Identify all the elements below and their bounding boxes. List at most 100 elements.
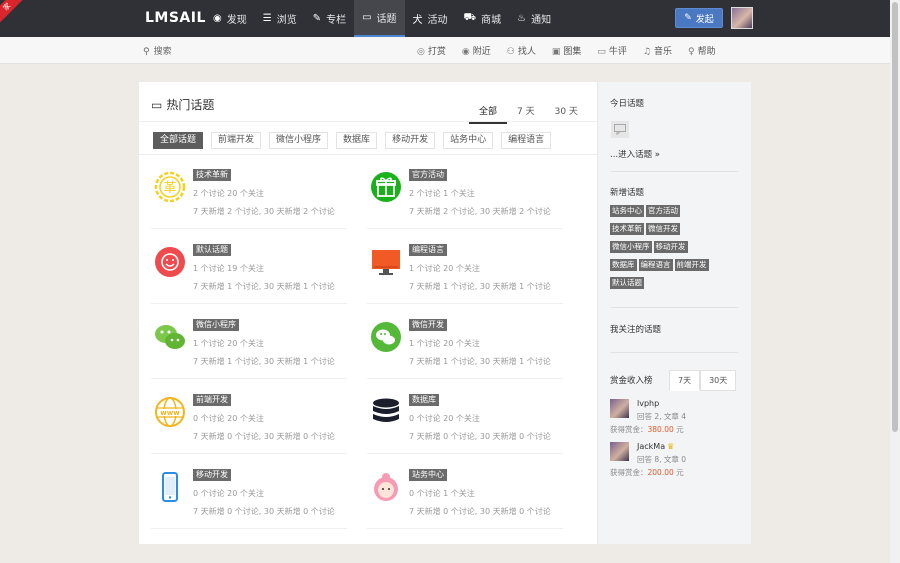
topic-item[interactable]: 编程语言 1 个讨论 20 个关注 7 天新增 1 个讨论, 30 天新增 1 … bbox=[355, 232, 565, 307]
topic-tag[interactable]: 移动开发 bbox=[653, 241, 688, 253]
activity-icon: 犬 bbox=[412, 15, 423, 26]
girl-icon[interactable] bbox=[370, 471, 402, 503]
filter-frontend[interactable]: 前端开发 bbox=[211, 132, 262, 149]
today-topic-thumb[interactable] bbox=[611, 121, 629, 138]
subnav-item-review[interactable]: ▭ 牛评 bbox=[597, 44, 627, 57]
subnav-item-music[interactable]: ♫ 音乐 bbox=[643, 44, 672, 57]
wechat-circle-icon[interactable] bbox=[370, 321, 402, 353]
subnav-item-people[interactable]: ⚇ 找人 bbox=[507, 44, 536, 57]
sidebar: 今日话题 ...进入话题 » 新增话题 站务中心 官方活动 技术革新 微信开发 微信小程… bbox=[597, 82, 751, 544]
innovation-icon[interactable]: 革 bbox=[154, 171, 186, 203]
topic-tag[interactable]: 前端开发 bbox=[193, 394, 231, 406]
nav-label: 活动 bbox=[427, 15, 448, 26]
nav-item-topics[interactable]: ▭ 话题 bbox=[354, 0, 405, 37]
topic-item[interactable]: 微信小程序 1 个讨论 20 个关注 7 天新增 1 个讨论, 30 天新增 1… bbox=[139, 307, 349, 382]
subnav-item-help[interactable]: ♀ 帮助 bbox=[688, 44, 716, 57]
user-name-text[interactable]: JackMa bbox=[637, 442, 665, 451]
topic-tag[interactable]: 数据库 bbox=[409, 394, 439, 406]
divider bbox=[610, 307, 738, 308]
nav-item-mall[interactable]: ⛟ 商城 bbox=[456, 0, 510, 37]
topic-tag[interactable]: 站务中心 bbox=[409, 469, 447, 481]
filter-site[interactable]: 站务中心 bbox=[443, 132, 494, 149]
edit-icon: ✎ bbox=[684, 13, 692, 23]
filter-language[interactable]: 编程语言 bbox=[501, 132, 552, 149]
post-button-label: 发起 bbox=[695, 14, 714, 25]
filter-mobile[interactable]: 移动开发 bbox=[385, 132, 436, 149]
topic-tag[interactable]: 编程语言 bbox=[409, 244, 447, 256]
tab-rank-30days[interactable]: 30天 bbox=[700, 370, 737, 391]
user-name: JackMa ♛ bbox=[637, 442, 674, 451]
topic-item[interactable]: 微信开发 1 个讨论 20 个关注 7 天新增 1 个讨论, 30 天新增 1 … bbox=[355, 307, 565, 382]
tab-rank-7days[interactable]: 7天 bbox=[669, 370, 701, 391]
nav-label: 通知 bbox=[531, 15, 552, 26]
topic-item[interactable]: www 前端开发 0 个讨论 20 个关注 7 天新增 0 个讨论, 30 天新… bbox=[139, 382, 349, 457]
nav-label: 话题 bbox=[376, 14, 397, 25]
topic-tag[interactable]: 官方活动 bbox=[409, 169, 447, 181]
nav-item-column[interactable]: ✎ 专栏 bbox=[305, 0, 354, 37]
reward-unit: 元 bbox=[673, 468, 684, 477]
eye-icon: ◉ bbox=[213, 13, 222, 24]
nav-label: 发现 bbox=[226, 15, 247, 26]
filter-database[interactable]: 数据库 bbox=[336, 132, 378, 149]
topic-item[interactable]: 默认话题 1 个讨论 19 个关注 7 天新增 1 个讨论, 30 天新增 1 … bbox=[139, 232, 349, 307]
wechat-icon[interactable] bbox=[154, 321, 186, 353]
subnav-item-nearby[interactable]: ◉ 附近 bbox=[462, 44, 491, 57]
gift-icon[interactable] bbox=[370, 171, 402, 203]
topic-tag[interactable]: 官方活动 bbox=[646, 205, 680, 217]
divider bbox=[139, 121, 597, 122]
post-button[interactable]: ✎ 发起 bbox=[675, 8, 723, 28]
topic-tag[interactable]: 微信小程序 bbox=[193, 319, 239, 331]
nav-item-discover[interactable]: ◉ 发现 bbox=[205, 0, 255, 37]
topic-tag[interactable]: 移动开发 bbox=[193, 469, 231, 481]
topic-item[interactable]: 数据库 0 个讨论 20 个关注 7 天新增 0 个讨论, 30 天新增 0 个… bbox=[355, 382, 565, 457]
filter-all[interactable]: 全部话题 bbox=[153, 132, 204, 149]
user-name[interactable]: lvphp bbox=[637, 399, 659, 408]
filter-miniprogram[interactable]: 微信小程序 bbox=[269, 132, 329, 149]
topic-tag[interactable]: 默认话题 bbox=[610, 277, 644, 289]
topic-tag[interactable]: 站务中心 bbox=[610, 205, 644, 217]
divider bbox=[367, 378, 563, 379]
people-icon: ⚇ bbox=[506, 47, 515, 57]
scrollbar-thumb[interactable] bbox=[892, 2, 898, 432]
topic-item[interactable]: 移动开发 0 个讨论 20 个关注 7 天新增 0 个讨论, 30 天新增 0 … bbox=[139, 457, 349, 532]
page-title: ▭ 热门话题 bbox=[151, 96, 214, 113]
rank-tabs: 7天 30天 bbox=[669, 370, 737, 391]
subnav-item-reward[interactable]: ◎ 打赏 bbox=[417, 44, 446, 57]
topic-tag[interactable]: 编程语言 bbox=[638, 259, 673, 271]
search-input[interactable]: ⚲ 搜索 bbox=[143, 44, 172, 57]
globe-www-icon[interactable]: www bbox=[154, 396, 186, 428]
topic-tag[interactable]: 前端开发 bbox=[674, 259, 709, 271]
reward-rank-title: 赏金收入榜 bbox=[610, 376, 653, 386]
topic-stats: 0 个讨论 20 个关注 bbox=[409, 414, 480, 423]
nav-item-activity[interactable]: 犬活动 bbox=[405, 0, 456, 37]
topic-tag[interactable]: 数据库 bbox=[610, 259, 637, 271]
topic-tag[interactable]: 微信开发 bbox=[409, 319, 447, 331]
topic-tag[interactable]: 技术革新 bbox=[610, 223, 644, 235]
avatar[interactable] bbox=[731, 7, 753, 29]
topic-item[interactable]: 站务中心 0 个讨论 1 个关注 7 天新增 0 个讨论, 30 天新增 0 个… bbox=[355, 457, 565, 532]
nav-item-browse[interactable]: ☰ 浏览 bbox=[255, 0, 305, 37]
topic-tag[interactable]: 微信小程序 bbox=[610, 241, 652, 253]
avatar[interactable] bbox=[610, 399, 629, 418]
top-navbar: LMSAIL ◉ 发现 ☰ 浏览 ✎ 专栏 ▭ 话题 犬活动 ⛟ 商城 ♨ 通知 ✎ 发起 bbox=[0, 0, 890, 37]
database-icon[interactable] bbox=[370, 396, 402, 428]
smile-icon[interactable] bbox=[154, 246, 186, 278]
topic-item[interactable]: 官方活动 2 个讨论 1 个关注 7 天新增 2 个讨论, 30 天新增 2 个… bbox=[355, 157, 565, 232]
subnav-item-gallery[interactable]: ▣ 图集 bbox=[552, 44, 582, 57]
site-logo[interactable]: LMSAIL bbox=[145, 10, 206, 26]
chat-icon: ▭ bbox=[151, 98, 163, 112]
topic-tag[interactable]: 微信开发 bbox=[646, 223, 680, 235]
pen-icon: ✎ bbox=[312, 13, 322, 24]
target-icon: ◎ bbox=[417, 47, 425, 57]
topic-item[interactable]: 革 技术革新 2 个讨论 20 个关注 7 天新增 2 个讨论, 30 天新增 … bbox=[139, 157, 349, 232]
monitor-icon[interactable] bbox=[370, 246, 402, 278]
phone-icon[interactable] bbox=[154, 471, 186, 503]
topic-tag[interactable]: 技术革新 bbox=[193, 169, 231, 181]
enter-topic-link[interactable]: ...进入话题 » bbox=[610, 148, 660, 160]
avatar[interactable] bbox=[610, 442, 629, 461]
divider bbox=[367, 303, 563, 304]
scrollbar[interactable] bbox=[890, 0, 900, 563]
svg-text:革: 革 bbox=[163, 181, 176, 196]
topic-tag[interactable]: 默认话题 bbox=[193, 244, 231, 256]
nav-item-notify[interactable]: ♨ 通知 bbox=[509, 0, 559, 37]
